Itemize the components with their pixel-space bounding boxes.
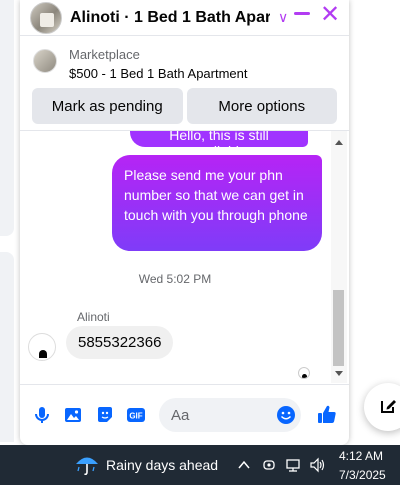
- background-panel: [0, 252, 14, 442]
- weather-widget-text[interactable]: Rainy days ahead: [106, 457, 218, 473]
- scroll-up-arrow-icon[interactable]: [335, 140, 343, 145]
- minimize-icon[interactable]: [294, 12, 310, 15]
- new-message-button[interactable]: [364, 383, 400, 431]
- network-icon[interactable]: [285, 457, 301, 473]
- scrollbar[interactable]: [331, 131, 347, 383]
- chat-header[interactable]: Alinoti · 1 Bed 1 Bath Apart... ∨ ✕: [20, 0, 349, 36]
- composer: GIF Aa: [20, 384, 349, 445]
- mark-as-pending-button[interactable]: Mark as pending: [32, 88, 183, 124]
- close-icon[interactable]: ✕: [320, 3, 340, 27]
- chat-title[interactable]: Alinoti · 1 Bed 1 Bath Apart...: [70, 9, 270, 27]
- svg-text:GIF: GIF: [129, 412, 142, 421]
- outgoing-message: Please send me your phn number so that w…: [112, 155, 322, 251]
- outgoing-message: Hello, this is still available: [130, 131, 308, 159]
- message-list[interactable]: Hello, this is still available Please se…: [20, 131, 349, 383]
- listing-actions: Mark as pending More options: [32, 88, 337, 124]
- chat-window: Alinoti · 1 Bed 1 Bath Apart... ∨ ✕ Mark…: [20, 0, 349, 445]
- avatar[interactable]: [28, 333, 56, 361]
- thumbs-up-icon[interactable]: [316, 403, 338, 425]
- chat-avatar[interactable]: [30, 1, 62, 34]
- volume-icon[interactable]: [309, 457, 325, 473]
- taskbar: Rainy days ahead 4:12 AM 7/3/2025: [0, 445, 400, 485]
- chevron-down-icon[interactable]: ∨: [278, 9, 288, 26]
- listing-thumbnail: [33, 49, 57, 73]
- clock-time[interactable]: 4:12 AM: [339, 449, 383, 463]
- listing-label: Marketplace: [69, 47, 140, 62]
- sender-name: Alinoti: [77, 310, 110, 324]
- seen-indicator-icon: [298, 367, 310, 379]
- gif-icon[interactable]: GIF: [126, 405, 146, 425]
- background-panel: [0, 0, 14, 236]
- compose-icon: [381, 400, 396, 413]
- clock-date[interactable]: 7/3/2025: [339, 468, 386, 482]
- photo-icon[interactable]: [63, 405, 83, 425]
- emoji-icon[interactable]: [276, 405, 296, 425]
- listing-subtitle: $500 - 1 Bed 1 Bath Apartment: [69, 66, 248, 81]
- chevron-up-icon[interactable]: [236, 457, 252, 473]
- meet-icon[interactable]: [261, 457, 277, 473]
- sticker-icon[interactable]: [95, 405, 115, 425]
- incoming-message: 5855322366: [66, 326, 174, 359]
- more-options-button[interactable]: More options: [186, 88, 337, 124]
- marketplace-listing[interactable]: Marketplace $500 - 1 Bed 1 Bath Apartmen…: [20, 40, 349, 88]
- message-timestamp: Wed 5:02 PM: [138, 272, 212, 286]
- scroll-down-arrow-icon[interactable]: [335, 371, 343, 376]
- microphone-icon[interactable]: [32, 405, 52, 425]
- scrollbar-thumb[interactable]: [333, 290, 344, 366]
- umbrella-rain-icon[interactable]: [74, 453, 100, 477]
